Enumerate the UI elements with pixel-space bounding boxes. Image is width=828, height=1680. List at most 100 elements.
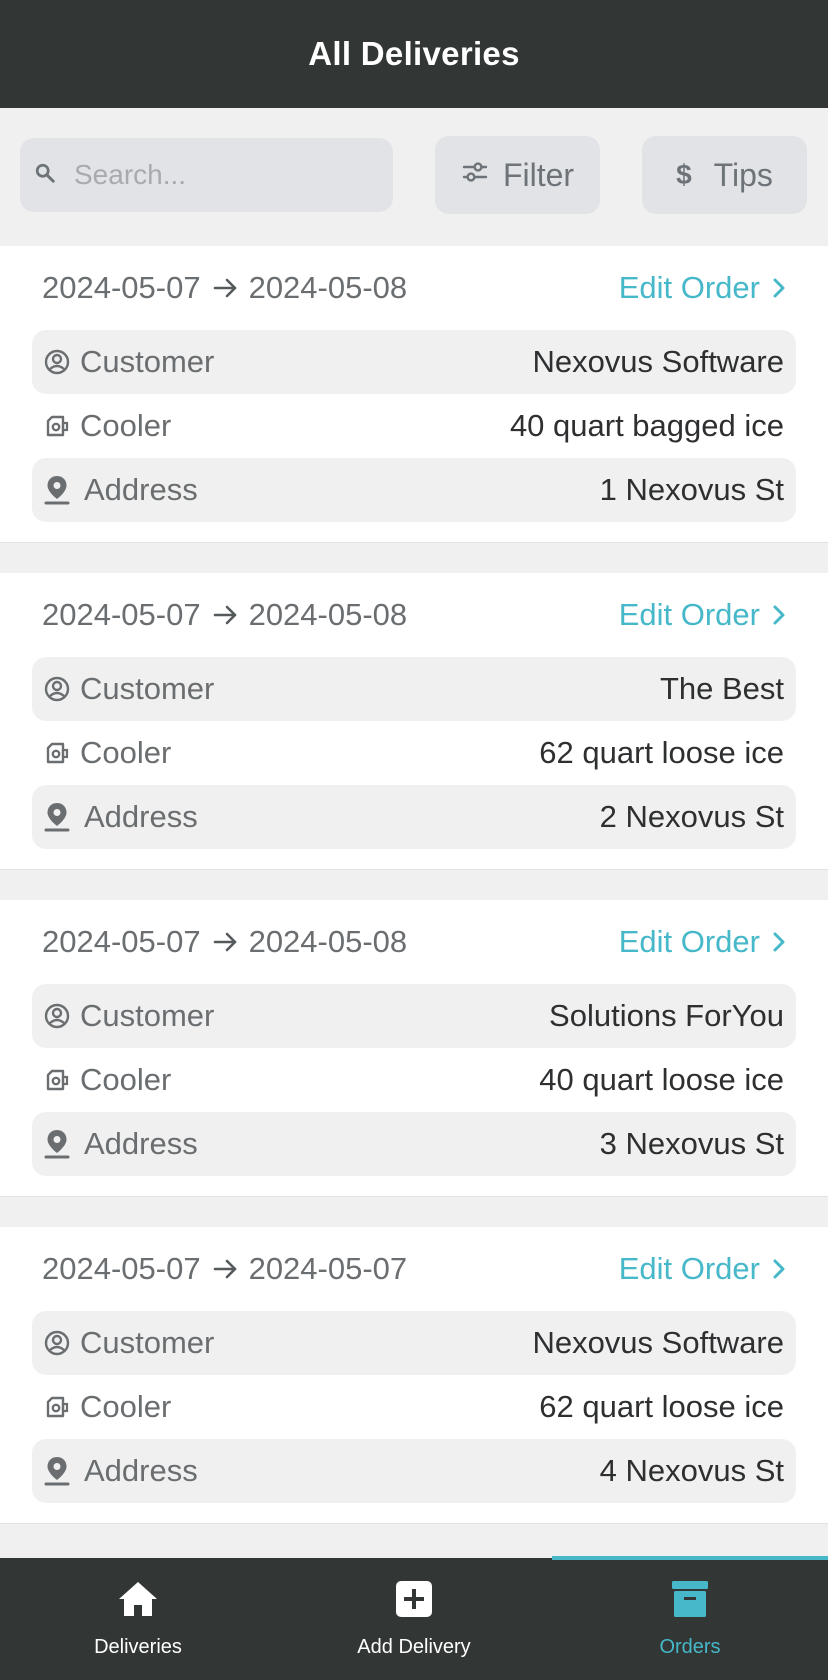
plus-square-icon — [395, 1576, 433, 1622]
map-pin-icon — [42, 1456, 72, 1486]
customer-value: Nexovus Software — [532, 344, 784, 379]
tips-button[interactable]: $ Tips — [642, 136, 807, 214]
filter-button[interactable]: Filter — [435, 136, 600, 214]
archive-icon — [671, 1576, 709, 1622]
date-range: 2024-05-07 2024-05-07 — [42, 1251, 407, 1287]
customer-row: Customer Nexovus Software — [32, 1311, 796, 1375]
delivery-card: 2024-05-07 2024-05-08 Edit Order Custome… — [0, 900, 828, 1197]
customer-value: Solutions ForYou — [549, 998, 784, 1033]
cooler-icon — [42, 1392, 72, 1422]
cooler-label: Cooler — [80, 1062, 172, 1097]
end-date: 2024-05-08 — [248, 270, 408, 305]
cooler-label: Cooler — [80, 735, 172, 770]
delivery-card: 2024-05-07 2024-05-07 Edit Order Custome… — [0, 1227, 828, 1524]
end-date: 2024-05-08 — [248, 924, 408, 959]
arrow-right-icon — [213, 1258, 239, 1280]
start-date: 2024-05-07 — [42, 1251, 201, 1286]
cooler-label: Cooler — [80, 1389, 172, 1424]
customer-label: Customer — [80, 998, 215, 1033]
edit-order-link[interactable]: Edit Order — [619, 597, 786, 633]
home-icon — [117, 1576, 159, 1622]
tab-orders[interactable]: Orders — [552, 1556, 828, 1680]
card-header: 2024-05-07 2024-05-07 Edit Order — [0, 1227, 828, 1311]
tab-deliveries[interactable]: Deliveries — [0, 1558, 276, 1680]
user-circle-icon — [42, 1328, 72, 1358]
user-circle-icon — [42, 674, 72, 704]
address-label: Address — [84, 799, 198, 834]
cooler-label: Cooler — [80, 408, 172, 443]
start-date: 2024-05-07 — [42, 924, 201, 959]
end-date: 2024-05-07 — [248, 1251, 408, 1286]
customer-row: Customer The Best — [32, 657, 796, 721]
address-row: Address 1 Nexovus St — [32, 458, 796, 522]
search-icon — [34, 162, 56, 189]
sliders-icon — [461, 157, 489, 194]
delivery-card: 2024-05-07 2024-05-08 Edit Order Custome… — [0, 573, 828, 870]
address-value: 3 Nexovus St — [599, 1126, 784, 1161]
delivery-card: 2024-05-07 2024-05-08 Edit Order Custome… — [0, 246, 828, 543]
customer-row: Customer Solutions ForYou — [32, 984, 796, 1048]
cooler-icon — [42, 1065, 72, 1095]
cooler-icon — [42, 738, 72, 768]
start-date: 2024-05-07 — [42, 270, 201, 305]
address-row: Address 2 Nexovus St — [32, 785, 796, 849]
start-date: 2024-05-07 — [42, 597, 201, 632]
date-range: 2024-05-07 2024-05-08 — [42, 597, 407, 633]
customer-label: Customer — [80, 1325, 215, 1360]
app-header: All Deliveries — [0, 0, 828, 108]
cooler-value: 40 quart bagged ice — [509, 408, 784, 443]
address-label: Address — [84, 472, 198, 507]
edit-order-label: Edit Order — [618, 597, 760, 632]
cooler-value: 62 quart loose ice — [539, 1389, 784, 1424]
toolbar: Filter $ Tips — [0, 108, 828, 246]
chevron-right-icon — [772, 277, 786, 299]
address-value: 1 Nexovus St — [599, 472, 784, 507]
map-pin-icon — [42, 802, 72, 832]
edit-order-label: Edit Order — [618, 924, 760, 959]
card-header: 2024-05-07 2024-05-08 Edit Order — [0, 900, 828, 984]
tab-label: Add Delivery — [357, 1636, 471, 1658]
edit-order-label: Edit Order — [618, 1251, 760, 1286]
delivery-list: 2024-05-07 2024-05-08 Edit Order Custome… — [0, 246, 828, 1554]
dollar-icon: $ — [676, 159, 692, 190]
cooler-icon — [42, 411, 72, 441]
card-header: 2024-05-07 2024-05-08 Edit Order — [0, 246, 828, 330]
card-header: 2024-05-07 2024-05-08 Edit Order — [0, 573, 828, 657]
tips-label: Tips — [713, 156, 773, 193]
edit-order-link[interactable]: Edit Order — [619, 1251, 786, 1287]
tab-add-delivery[interactable]: Add Delivery — [276, 1558, 552, 1680]
end-date: 2024-05-08 — [248, 597, 408, 632]
user-circle-icon — [42, 347, 72, 377]
edit-order-link[interactable]: Edit Order — [619, 924, 786, 960]
cooler-row: Cooler 40 quart bagged ice — [32, 394, 796, 458]
edit-order-label: Edit Order — [618, 270, 760, 305]
arrow-right-icon — [213, 604, 239, 626]
cooler-value: 62 quart loose ice — [539, 735, 784, 770]
customer-value: Nexovus Software — [532, 1325, 784, 1360]
tab-bar: Deliveries Add Delivery Orders — [0, 1556, 828, 1680]
address-row: Address 4 Nexovus St — [32, 1439, 796, 1503]
customer-label: Customer — [80, 671, 215, 706]
map-pin-icon — [42, 1129, 72, 1159]
search-input[interactable] — [74, 159, 354, 191]
address-value: 2 Nexovus St — [599, 799, 784, 834]
date-range: 2024-05-07 2024-05-08 — [42, 924, 407, 960]
chevron-right-icon — [772, 604, 786, 626]
address-row: Address 3 Nexovus St — [32, 1112, 796, 1176]
customer-label: Customer — [80, 344, 215, 379]
filter-label: Filter — [502, 156, 575, 193]
user-circle-icon — [42, 1001, 72, 1031]
customer-value: The Best — [659, 671, 784, 706]
edit-order-link[interactable]: Edit Order — [619, 270, 786, 306]
customer-row: Customer Nexovus Software — [32, 330, 796, 394]
chevron-right-icon — [772, 1258, 786, 1280]
chevron-right-icon — [772, 931, 786, 953]
search-box[interactable] — [20, 138, 393, 212]
cooler-row: Cooler 62 quart loose ice — [32, 1375, 796, 1439]
tab-label: Orders — [659, 1636, 721, 1658]
map-pin-icon — [42, 475, 72, 505]
address-label: Address — [84, 1453, 198, 1488]
cooler-value: 40 quart loose ice — [539, 1062, 784, 1097]
arrow-right-icon — [213, 277, 239, 299]
date-range: 2024-05-07 2024-05-08 — [42, 270, 407, 306]
